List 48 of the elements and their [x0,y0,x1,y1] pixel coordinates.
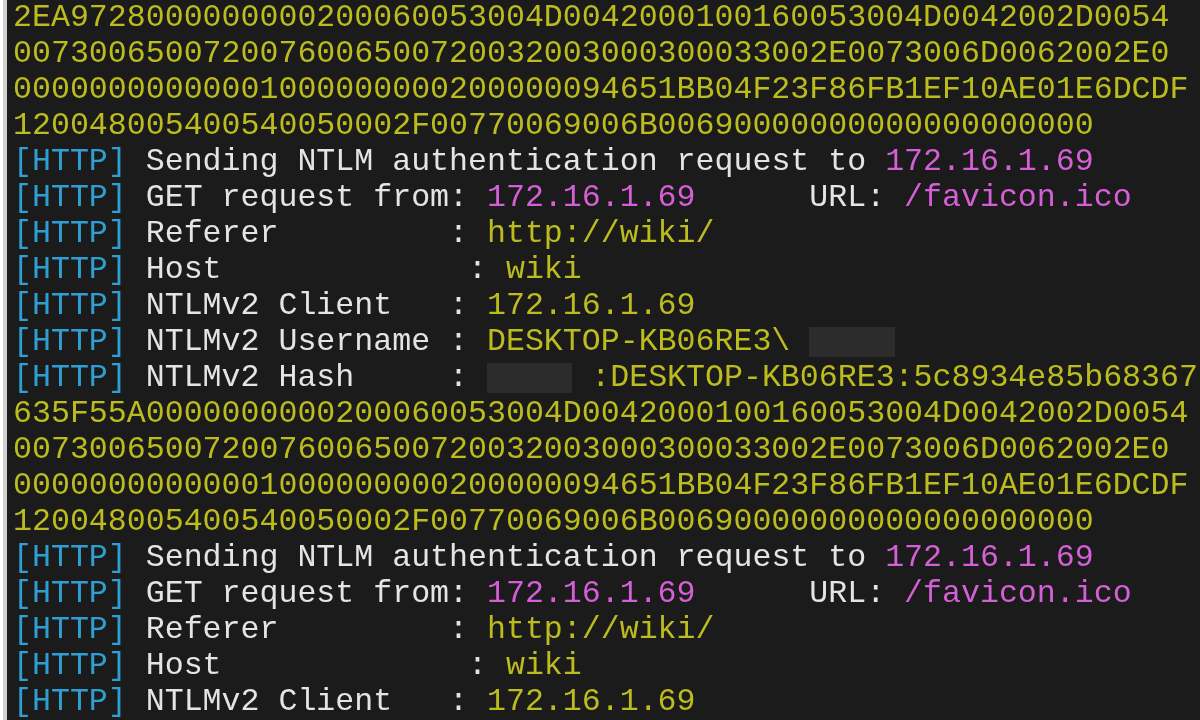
log-value: http://wiki/ [487,216,715,252]
log-tag: [HTTP] [13,684,127,720]
hex-text: 120048005400540050002F00770069006B00690000000000000000000 [13,108,1094,144]
log-value: wiki [505,252,582,288]
log-tag: [HTTP] [13,360,127,396]
log-address: 172.16.1.69 [885,540,1094,576]
log-label: URL: [808,180,886,216]
log-tag: [HTTP] [13,144,127,180]
log-value: :DESKTOP-KB06RE3:5c8934e85b68367 [591,360,1198,396]
hex-text: 0073006500720076006500720032003000300033002E0073006D0062002E0 [13,432,1170,468]
hex-text: 00000000000001000000000200000094651BB04F23F86FB1EF10AE01E6DCDF [13,468,1189,504]
log-label: URL: [808,576,886,612]
log-tag: [HTTP] [13,252,127,288]
hex-text: 120048005400540050002F00770069006B00690000000000000000000 [13,504,1094,540]
log-tag: [HTTP] [13,324,127,360]
log-address: 172.16.1.69 [885,144,1094,180]
log-label: GET request from: [145,180,469,216]
log-tag: [HTTP] [13,180,127,216]
log-label: NTLMv2 Client : [145,288,469,324]
log-label: Referer : [145,216,469,252]
log-value: http://wiki/ [487,612,715,648]
hex-text: 635F55A0000000000200060053004D0042000100160053004D0042002D0054 [13,396,1189,432]
log-address: 172.16.1.69 [487,576,696,612]
log-label: Referer : [145,612,469,648]
log-label: GET request from: [145,576,469,612]
log-value: 172.16.1.69 [487,684,696,720]
log-label: Host : [145,252,487,288]
hex-text: 00000000000001000000000200000094651BB04F23F86FB1EF10AE01E6DCDF [13,72,1189,108]
log-tag: [HTTP] [13,540,127,576]
log-label: Sending NTLM authentication request to [145,540,867,576]
log-value: DESKTOP-KB06RE3\ [487,324,791,360]
hex-text: 0073006500720076006500720032003000300033002E0073006D0062002E0 [13,36,1170,72]
log-tag: [HTTP] [13,576,127,612]
log-label: Host : [145,648,487,684]
log-label: NTLMv2 Client : [145,684,469,720]
log-tag: [HTTP] [13,216,127,252]
log-value: wiki [505,648,582,684]
log-label: NTLMv2 Username : [145,324,469,360]
log-address: /favicon.ico [904,180,1132,216]
log-label: NTLMv2 Hash : [145,360,469,396]
log-tag: [HTTP] [13,612,127,648]
hex-text: 2EA9728000000000200060053004D0042000100160053004D0042002D0054 [13,0,1170,36]
log-tag: [HTTP] [13,648,127,684]
log-value: 172.16.1.69 [487,288,696,324]
log-label: Sending NTLM authentication request to [145,144,867,180]
log-address: /favicon.ico [904,576,1132,612]
log-tag: [HTTP] [13,288,127,324]
log-address: 172.16.1.69 [487,180,696,216]
